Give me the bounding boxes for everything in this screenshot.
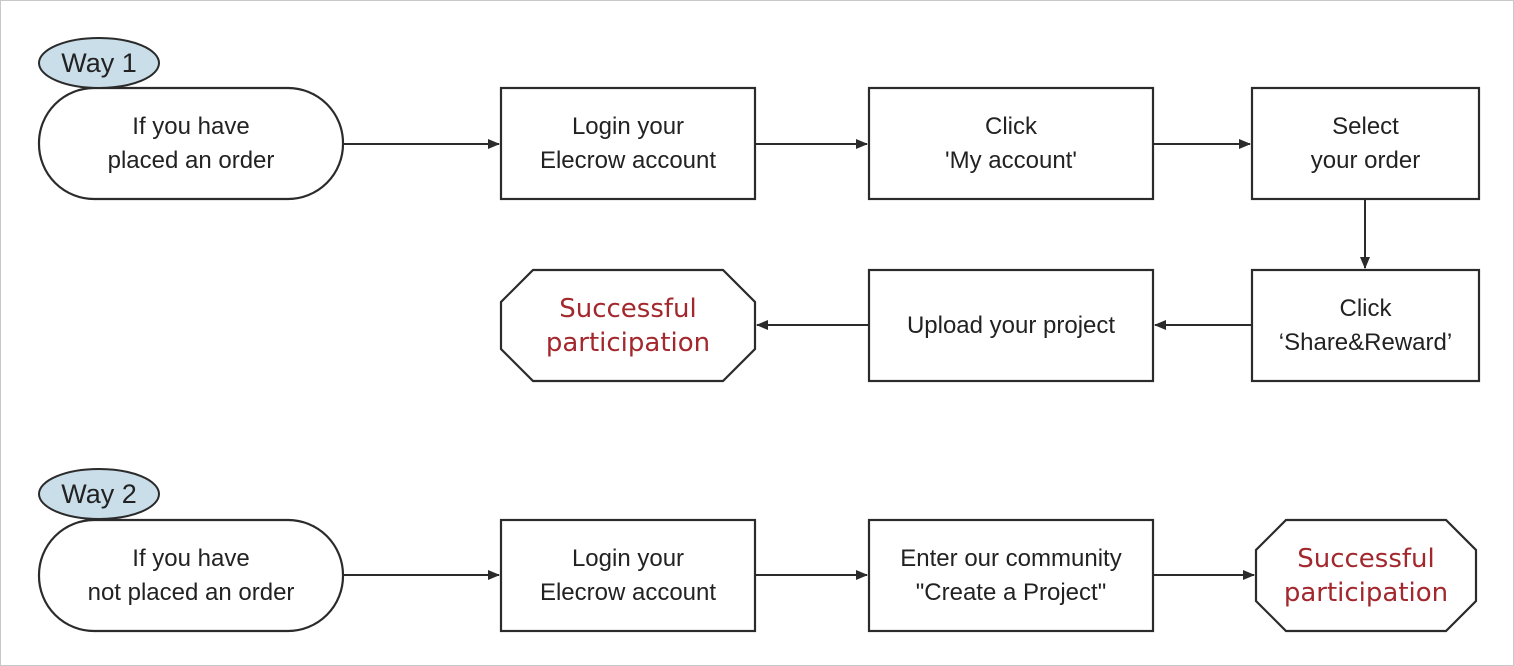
way1-step-share-reward: Click ‘Share&Reward’ bbox=[1278, 294, 1453, 356]
way2-step-login: Login your Elecrow account bbox=[539, 544, 717, 606]
flowchart: Way 1 If you have placed an order Login … bbox=[0, 0, 1514, 666]
way2-label: Way 2 bbox=[61, 479, 137, 509]
way1-label: Way 1 bbox=[61, 48, 137, 78]
way2-success: Successful participation bbox=[1283, 543, 1449, 608]
way1-step-my-account: Click 'My account' bbox=[945, 112, 1077, 174]
way2-step-community: Enter our community "Create a Project" bbox=[900, 544, 1122, 606]
way2-start: If you have not placed an order bbox=[87, 544, 295, 606]
way1-step-login: Login your Elecrow account bbox=[539, 112, 717, 174]
way1-step-select-order: Select your order bbox=[1310, 112, 1421, 174]
way1-start: If you have placed an order bbox=[107, 112, 275, 174]
way1-step-upload: Upload your project bbox=[906, 311, 1116, 339]
way1-success: Successful participation bbox=[545, 293, 711, 358]
